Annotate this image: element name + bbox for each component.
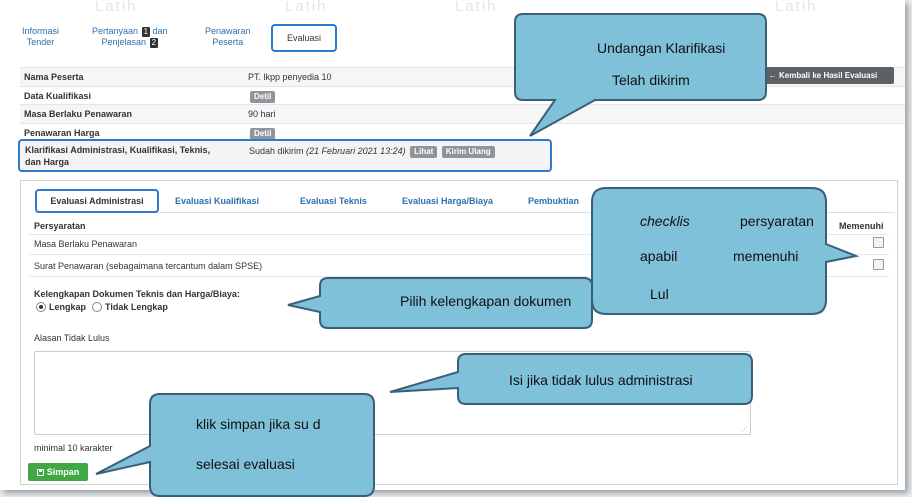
requirement-checkbox[interactable] (873, 237, 884, 248)
back-to-evaluation-button[interactable]: ← Kembali ke Hasil Evaluasi (752, 67, 894, 84)
requirements-header: Persyaratan (34, 221, 86, 231)
callout-save-text: klik simpan jika su d (196, 416, 321, 432)
radio-label: Tidak Lengkap (105, 302, 168, 312)
completeness-radio-group: Lengkap Tidak Lengkap (36, 302, 168, 312)
completeness-label: Kelengkapan Dokumen Teknis dan Harga/Bia… (34, 289, 240, 299)
evaluation-tabs: Evaluasi Administrasi Evaluasi Kualifika… (35, 187, 895, 213)
tab-label: Penjelasan (101, 37, 147, 47)
info-value: 90 hari (248, 109, 276, 119)
requirement-checkbox[interactable] (873, 259, 884, 270)
klarifikasi-key: Klarifikasi Administrasi, Kualifikasi, T… (25, 145, 211, 167)
app-frame: Latih Latih Latih Latih Informasi Tender… (0, 0, 905, 490)
save-label: Simpan (46, 467, 80, 477)
tab-label: Pertanyaan (92, 26, 139, 36)
info-value: PT. lkpp penyedia 10 (248, 72, 332, 82)
tab-penawaran-peserta[interactable]: Penawaran Peserta (205, 26, 251, 48)
callout-checklist-text: Lul (650, 286, 669, 302)
tab-label: Evaluasi (286, 33, 322, 43)
callout-fail-reason-text: Isi jika tidak lulus administrasi (509, 372, 693, 388)
count-badge: 1 (141, 27, 151, 37)
callout-checklist-text: persyaratan (740, 213, 814, 229)
reason-label: Alasan Tidak Lulus (34, 333, 110, 343)
info-key: Data Kualifikasi (24, 90, 92, 101)
info-row: Masa Berlaku Penawaran 90 hari (20, 104, 905, 123)
divider (29, 234, 889, 235)
info-key: Nama Peserta (24, 72, 84, 82)
fulfilled-header: Memenuhi (839, 221, 884, 231)
radio-label: Lengkap (49, 302, 87, 312)
tab-evaluasi[interactable]: Evaluasi (271, 24, 337, 52)
requirement-item: Masa Berlaku Penawaran (34, 239, 138, 249)
count-badge: 2 (149, 38, 159, 48)
watermark-text: Latih (455, 0, 498, 15)
tab-label: Evaluasi Administrasi (50, 196, 144, 206)
tab-pertanyaan-penjelasan[interactable]: Pertanyaan 1 dan Penjelasan 2 (92, 26, 168, 48)
klarifikasi-status: Sudah dikirim (21 Februari 2021 13:24) L… (249, 146, 495, 158)
resend-button[interactable]: Kirim Ulang (441, 146, 495, 158)
resize-handle-icon[interactable]: ⋰ (741, 425, 748, 433)
watermark-text: Latih (95, 0, 138, 15)
tab-label: dan (152, 26, 168, 36)
callout-checklist-text: apabil (640, 248, 678, 264)
sent-date: (21 Februari 2021 13:24) (306, 146, 406, 156)
tab-evaluasi-harga[interactable]: Evaluasi Harga/Biaya (402, 196, 493, 206)
tab-evaluasi-teknis[interactable]: Evaluasi Teknis (300, 196, 367, 206)
tab-evaluasi-kualifikasi[interactable]: Evaluasi Kualifikasi (175, 196, 259, 206)
min-chars-hint: minimal 10 karakter (34, 443, 113, 453)
tab-pembuktian[interactable]: Pembuktian (528, 196, 579, 206)
tab-evaluasi-administrasi[interactable]: Evaluasi Administrasi (35, 189, 159, 213)
tender-tabs: Informasi Tender Pertanyaan 1 dan Penjel… (22, 22, 362, 58)
detail-button[interactable]: Detil (250, 90, 276, 103)
reason-textarea[interactable]: ⋰ (34, 351, 751, 435)
watermark-text: Latih (775, 0, 818, 15)
view-button[interactable]: Lihat (410, 146, 438, 158)
save-button[interactable]: Simpan (28, 463, 88, 481)
tab-label: Penawaran (205, 26, 251, 36)
info-row: Data Kualifikasi Detil (20, 85, 905, 105)
callout-completeness-text: Pilih kelengkapan dokumen (400, 293, 572, 309)
tab-label: Peserta (212, 37, 244, 47)
info-key: Masa Berlaku Penawaran (24, 109, 133, 119)
callout-save-text: selesai evaluasi (196, 456, 295, 472)
callout-invitation-text: Telah dikirim (612, 72, 690, 88)
watermark-text: Latih (285, 0, 328, 15)
requirement-item: Surat Penawaran (sebagaimana tercantum d… (34, 261, 263, 271)
radio-lengkap[interactable] (36, 302, 46, 312)
detail-button[interactable]: Detil (250, 127, 276, 140)
tab-label: Tender (26, 37, 55, 47)
floppy-disk-icon (36, 468, 44, 476)
callout-checklist-text: checklis (640, 213, 690, 229)
radio-tidak-lengkap[interactable] (92, 302, 103, 312)
callout-checklist-text: memenuhi (733, 248, 799, 264)
info-key: Penawaran Harga (24, 127, 100, 138)
callout-invitation-text: Undangan Klarifikasi (597, 40, 726, 56)
tab-label: Informasi (22, 26, 60, 36)
divider (29, 276, 889, 277)
klarifikasi-row: Klarifikasi Administrasi, Kualifikasi, T… (18, 139, 552, 172)
status-text: Sudah dikirim (249, 146, 304, 156)
tab-informasi-tender[interactable]: Informasi Tender (22, 26, 59, 48)
